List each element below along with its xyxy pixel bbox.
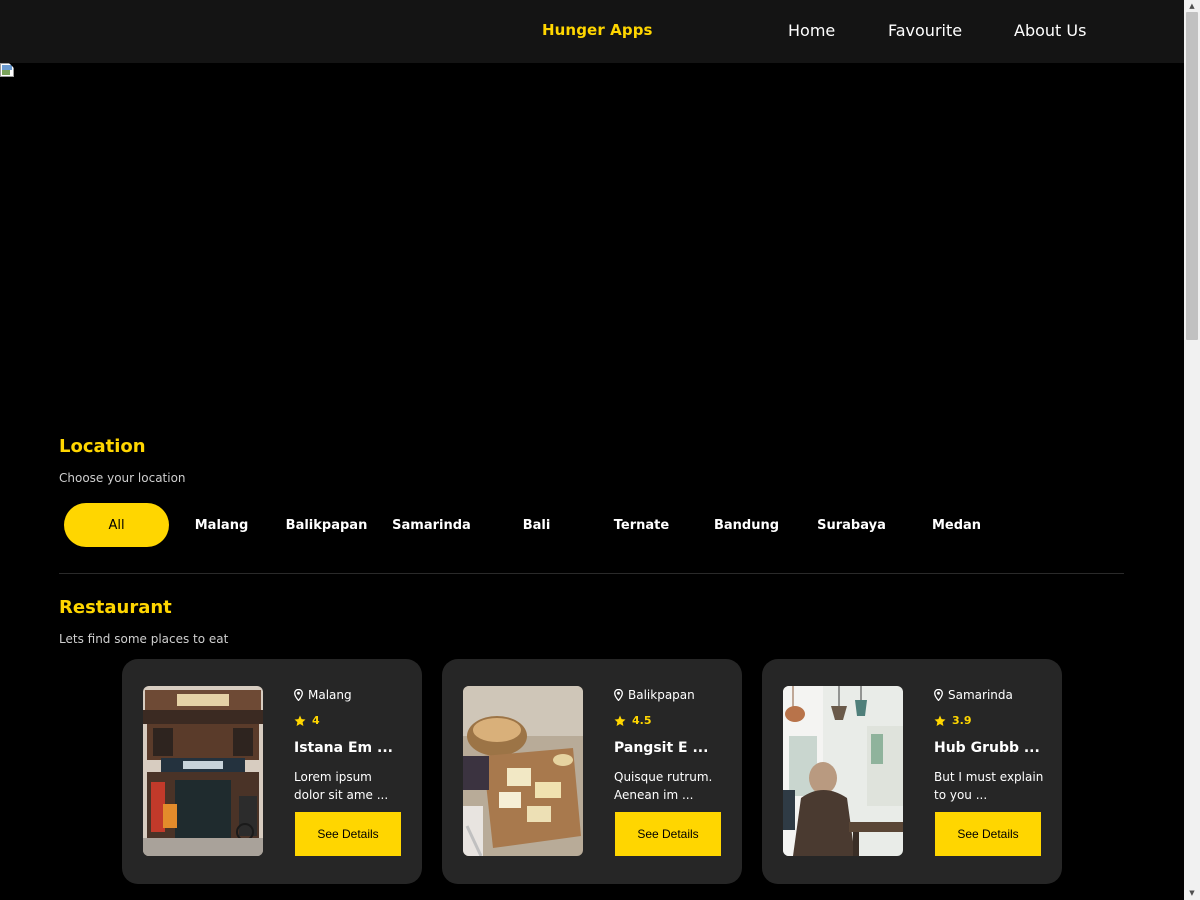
- see-details-button[interactable]: See Details: [615, 812, 721, 856]
- restaurant-description: Quisque rutrum. Aenean im ...: [614, 768, 724, 804]
- restaurant-rating-value: 3.9: [952, 714, 972, 727]
- location-filter-all[interactable]: All: [64, 503, 169, 547]
- restaurant-city: Malang: [294, 688, 352, 702]
- restaurant-description-line: Lorem ipsum: [294, 770, 372, 784]
- location-title: Location: [59, 436, 146, 457]
- section-divider: [59, 573, 1124, 574]
- restaurant-rating-value: 4.5: [632, 714, 652, 727]
- restaurant-city-label: Malang: [308, 688, 352, 702]
- location-subtitle: Choose your location: [59, 471, 186, 485]
- restaurant-description-line: Aenean im ...: [614, 788, 694, 802]
- restaurant-city: Samarinda: [934, 688, 1013, 702]
- restaurant-photo: [783, 686, 903, 856]
- location-filter-malang[interactable]: Malang: [169, 503, 274, 547]
- location-filter-bali[interactable]: Bali: [484, 503, 589, 547]
- scrollbar-thumb[interactable]: [1186, 12, 1198, 340]
- restaurant-city-label: Samarinda: [948, 688, 1013, 702]
- map-pin-icon: [614, 689, 623, 701]
- restaurant-rating: 4: [294, 714, 320, 727]
- navbar: Hunger Apps Home Favourite About Us: [0, 0, 1184, 63]
- restaurant-description: Lorem ipsum dolor sit ame ...: [294, 768, 404, 804]
- nav-favourite-link[interactable]: Favourite: [888, 21, 962, 40]
- nav-home-link[interactable]: Home: [788, 21, 835, 40]
- location-filter-medan[interactable]: Medan: [904, 503, 1009, 547]
- star-icon: [294, 715, 306, 726]
- nav-about-link[interactable]: About Us: [1014, 21, 1086, 40]
- see-details-button[interactable]: See Details: [295, 812, 401, 856]
- restaurant-photo: [463, 686, 583, 856]
- star-icon: [934, 715, 946, 726]
- restaurant-name: Hub Grubb ...: [934, 740, 1040, 756]
- location-filter-bandung[interactable]: Bandung: [694, 503, 799, 547]
- brand-logo[interactable]: Hunger Apps: [542, 21, 653, 39]
- location-filter-samarinda[interactable]: Samarinda: [379, 503, 484, 547]
- restaurant-rating-value: 4: [312, 714, 320, 727]
- location-filter-ternate[interactable]: Ternate: [589, 503, 694, 547]
- restaurant-city: Balikpapan: [614, 688, 695, 702]
- scroll-up-arrow-icon[interactable]: ▲: [1187, 2, 1197, 10]
- restaurant-description-line: But I must explain: [934, 770, 1044, 784]
- restaurant-title: Restaurant: [59, 597, 172, 618]
- restaurant-photo: [143, 686, 263, 856]
- restaurant-description-line: Quisque rutrum.: [614, 770, 713, 784]
- scroll-down-arrow-icon[interactable]: ▼: [1187, 889, 1197, 897]
- restaurant-card: Samarinda 3.9 Hub Grubb ... But I must e…: [762, 659, 1062, 884]
- restaurant-city-label: Balikpapan: [628, 688, 695, 702]
- restaurant-rating: 4.5: [614, 714, 652, 727]
- restaurant-subtitle: Lets find some places to eat: [59, 632, 229, 646]
- restaurant-rating: 3.9: [934, 714, 972, 727]
- location-filter-balikpapan[interactable]: Balikpapan: [274, 503, 379, 547]
- map-pin-icon: [934, 689, 943, 701]
- restaurant-name: Istana Em ...: [294, 740, 393, 756]
- location-filter-surabaya[interactable]: Surabaya: [799, 503, 904, 547]
- map-pin-icon: [294, 689, 303, 701]
- star-icon: [614, 715, 626, 726]
- restaurant-card: Malang 4 Istana Em ... Lorem ipsum dolor…: [122, 659, 422, 884]
- hero-banner: [0, 63, 1184, 403]
- see-details-button[interactable]: See Details: [935, 812, 1041, 856]
- restaurant-card: Balikpapan 4.5 Pangsit E ... Quisque rut…: [442, 659, 742, 884]
- restaurant-description: But I must explain to you ...: [934, 768, 1044, 804]
- broken-image-icon: [0, 63, 16, 77]
- restaurant-name: Pangsit E ...: [614, 740, 709, 756]
- restaurant-description-line: dolor sit ame ...: [294, 788, 389, 802]
- restaurant-description-line: to you ...: [934, 788, 988, 802]
